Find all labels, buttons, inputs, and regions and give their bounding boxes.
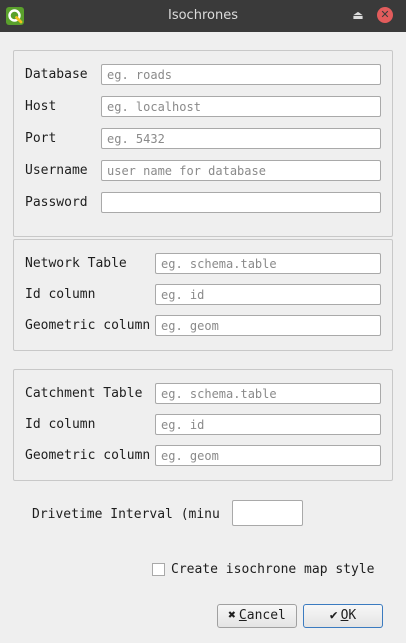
password-label: Password <box>25 195 88 210</box>
close-icon[interactable]: ✕ <box>377 7 393 23</box>
password-field[interactable] <box>101 192 381 213</box>
network-table-label: Network Table <box>25 256 127 271</box>
ok-button[interactable]: ✔ OK <box>303 604 383 628</box>
cancel-label: ancel <box>246 608 286 623</box>
catchment-group: Catchment Table Id column Geometric colu… <box>13 369 393 481</box>
username-label: Username <box>25 163 88 178</box>
network-geom-row: Geometric column <box>25 315 385 337</box>
port-field[interactable] <box>101 128 381 149</box>
username-field[interactable] <box>101 160 381 181</box>
drivetime-interval-field[interactable] <box>232 500 303 526</box>
port-row: Port <box>25 128 385 150</box>
host-label: Host <box>25 99 57 114</box>
password-row: Password <box>25 192 385 214</box>
network-geom-field[interactable] <box>155 315 381 336</box>
network-group: Network Table Id column Geometric column <box>13 239 393 351</box>
catchment-id-row: Id column <box>25 414 385 436</box>
title-bar: Isochrones ⏏ ✕ <box>0 0 406 32</box>
network-table-row: Network Table <box>25 253 385 275</box>
username-row: Username <box>25 160 385 182</box>
network-id-label: Id column <box>25 287 96 302</box>
ok-label: K <box>348 608 357 623</box>
catchment-geom-field[interactable] <box>155 445 381 466</box>
catchment-geom-label: Geometric column <box>25 448 151 463</box>
map-style-checkbox[interactable] <box>152 563 165 576</box>
network-id-row: Id column <box>25 284 385 306</box>
checkmark-icon: ✔ <box>329 608 338 623</box>
drivetime-interval-label: Drivetime Interval (minu <box>32 507 220 522</box>
window-title: Isochrones <box>168 8 238 23</box>
cancel-button[interactable]: ✖ Cancel <box>217 604 297 628</box>
catchment-geom-row: Geometric column <box>25 445 385 467</box>
database-label: Database <box>25 67 88 82</box>
catchment-id-field[interactable] <box>155 414 381 435</box>
catchment-table-row: Catchment Table <box>25 383 385 405</box>
map-style-checkbox-label[interactable]: Create isochrone map style <box>171 562 375 577</box>
network-table-field[interactable] <box>155 253 381 274</box>
database-field[interactable] <box>101 64 381 85</box>
network-geom-label: Geometric column <box>25 318 151 333</box>
cancel-x-icon: ✖ <box>228 608 236 623</box>
catchment-table-label: Catchment Table <box>25 386 143 401</box>
dialog-body: Database Host Port Username Password Net… <box>0 32 406 643</box>
catchment-id-label: Id column <box>25 417 96 432</box>
cancel-accel: C <box>238 608 247 623</box>
database-row: Database <box>25 64 385 86</box>
host-row: Host <box>25 96 385 118</box>
network-id-field[interactable] <box>155 284 381 305</box>
catchment-table-field[interactable] <box>155 383 381 404</box>
connection-group: Database Host Port Username Password <box>13 50 393 237</box>
maximize-icon[interactable]: ⏏ <box>350 6 366 24</box>
port-label: Port <box>25 131 57 146</box>
host-field[interactable] <box>101 96 381 117</box>
